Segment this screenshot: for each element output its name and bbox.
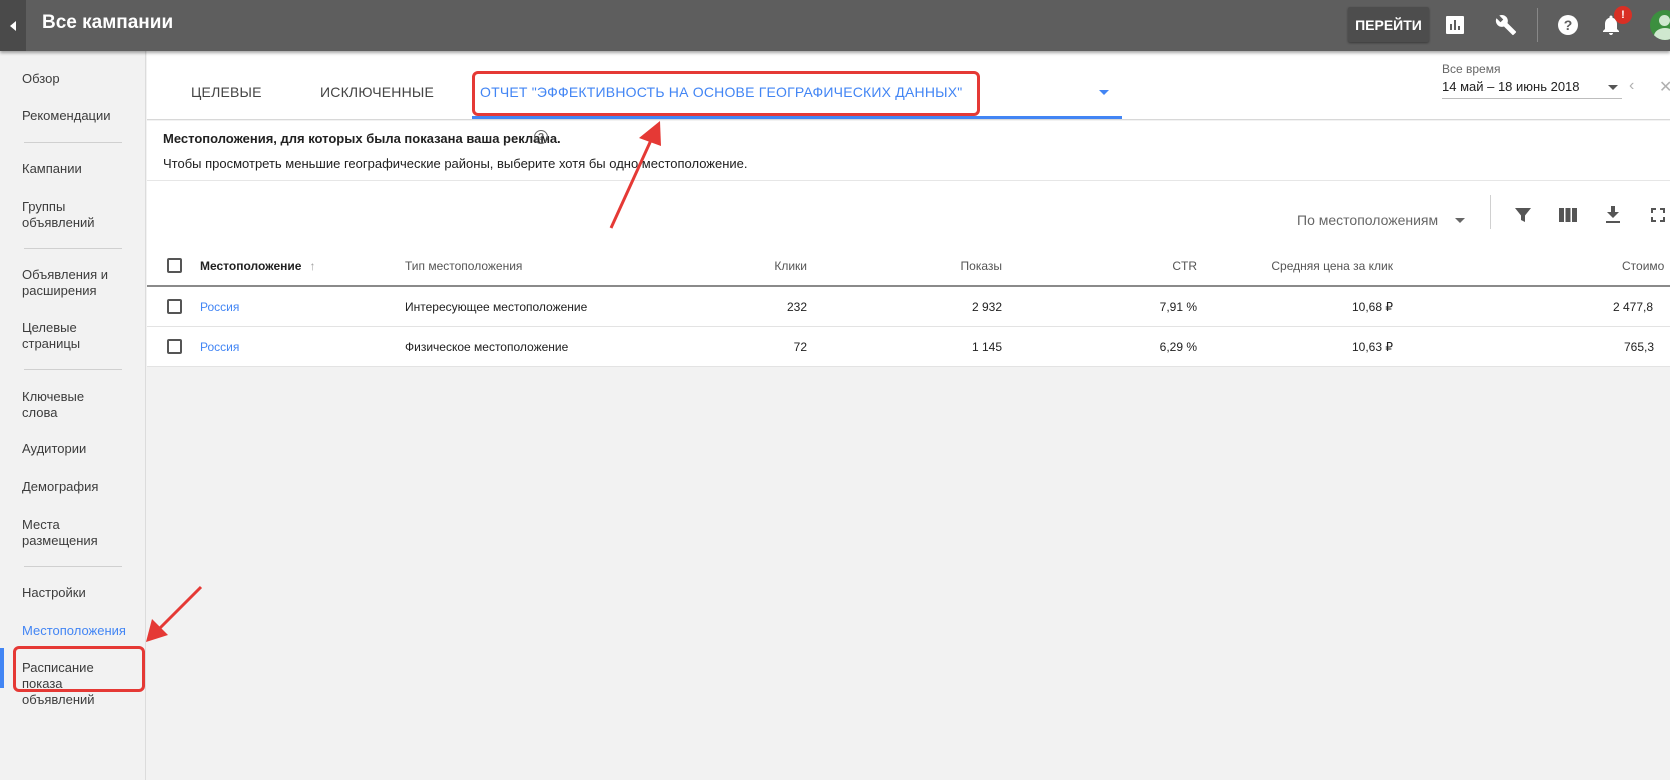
location-type: Интересующее местоположение	[405, 299, 588, 314]
avg-cpc-value: 10,68 ₽	[1352, 299, 1393, 314]
tab-excluded[interactable]: ИСКЛЮЧЕННЫЕ	[320, 84, 434, 100]
sidebar-item-campaigns[interactable]: Кампании	[22, 161, 132, 177]
arrow-left-icon	[10, 20, 16, 31]
info-subtitle: Чтобы просмотреть меньшие географические…	[163, 156, 748, 171]
active-tab-underline	[472, 116, 1122, 119]
main-content: ЦЕЛЕВЫЕ ИСКЛЮЧЕННЫЕ ОТЧЕТ "ЭФФЕКТИВНОСТЬ…	[147, 51, 1670, 780]
column-header-clicks[interactable]: Клики	[707, 246, 807, 285]
cost-value: 2 477,8	[1613, 299, 1654, 314]
row-checkbox[interactable]	[167, 287, 182, 326]
sidebar-item-keywords[interactable]: Ключевые слова	[22, 389, 92, 421]
column-header-impressions[interactable]: Показы	[902, 246, 1002, 285]
close-icon[interactable]: ✕	[1659, 77, 1670, 97]
info-title: Местоположения, для которых была показан…	[163, 131, 561, 146]
clicks-value: 72	[793, 339, 807, 354]
location-link[interactable]: Россия	[200, 327, 239, 366]
notification-badge: !	[1614, 6, 1632, 24]
page-title: Все кампании	[42, 12, 174, 33]
help-circle-icon[interactable]: ?	[534, 130, 548, 144]
column-header-ctr[interactable]: CTR	[1097, 246, 1197, 285]
table-row: Россия Интересующее местоположение 232 2…	[147, 287, 1670, 327]
group-by-select[interactable]: По местоположениям	[1297, 212, 1438, 228]
ctr-value: 7,91 %	[1159, 299, 1197, 314]
column-header-cost[interactable]: Стоимо	[1622, 246, 1664, 285]
sidebar-item-locations[interactable]: Местоположения	[22, 623, 132, 639]
impressions-value: 2 932	[971, 299, 1002, 314]
toolbar-divider	[147, 180, 1670, 181]
sidebar-item-overview[interactable]: Обзор	[22, 71, 132, 87]
avg-cpc-value: 10,63 ₽	[1352, 339, 1393, 354]
sidebar-divider	[24, 248, 122, 249]
tab-targeted[interactable]: ЦЕЛЕВЫЕ	[191, 84, 262, 100]
sidebar-item-landing-pages[interactable]: Целевые страницы	[22, 320, 92, 352]
row-checkbox[interactable]	[167, 327, 182, 366]
reports-icon[interactable]	[1442, 12, 1468, 38]
table-row: Россия Физическое местоположение 72 1 14…	[147, 327, 1670, 367]
sidebar-divider	[24, 369, 122, 370]
ctr-value: 6,29 %	[1159, 339, 1197, 354]
back-button[interactable]	[0, 0, 26, 51]
toolbar-divider	[1490, 195, 1491, 229]
chevron-down-icon[interactable]	[1608, 85, 1618, 90]
column-header-location-label: Местоположение	[200, 258, 302, 273]
sidebar-item-placements[interactable]: Места размещения	[22, 517, 102, 549]
filter-icon[interactable]	[1512, 204, 1534, 226]
annotation-box-locations	[13, 646, 145, 692]
sidebar-item-recommendations[interactable]: Рекомендации	[22, 108, 132, 124]
top-bar: Все кампании ПЕРЕЙТИ ? !	[0, 0, 1670, 51]
chevron-down-icon[interactable]	[1455, 218, 1465, 223]
date-label: Все время	[1442, 62, 1501, 76]
sidebar-item-settings[interactable]: Настройки	[22, 585, 132, 601]
select-all-checkbox[interactable]	[167, 246, 182, 285]
sidebar-item-demographics[interactable]: Демография	[22, 479, 132, 495]
column-header-avg-cpc[interactable]: Средняя цена за клик	[1247, 246, 1393, 285]
sidebar-item-ads-extensions[interactable]: Объявления и расширения	[22, 267, 122, 299]
annotation-box-geo-tab	[472, 71, 980, 116]
fullscreen-icon[interactable]	[1647, 204, 1669, 226]
chevron-left-icon[interactable]: ‹	[1629, 77, 1634, 95]
clicks-value: 232	[786, 299, 807, 314]
sidebar-item-audiences[interactable]: Аудитории	[22, 441, 132, 457]
date-range-select[interactable]: 14 май – 18 июнь 2018	[1442, 79, 1580, 94]
sidebar-divider	[24, 566, 122, 567]
tools-wrench-icon[interactable]	[1493, 12, 1519, 38]
sidebar-item-ad-groups[interactable]: Группы объявлений	[22, 199, 102, 231]
avatar[interactable]	[1650, 10, 1670, 40]
svg-text:?: ?	[1564, 17, 1573, 33]
date-underline	[1442, 98, 1622, 99]
column-header-location[interactable]: Местоположение ↑	[200, 246, 315, 285]
locations-table: Местоположение ↑ Тип местоположения Клик…	[147, 246, 1670, 367]
chevron-down-icon[interactable]	[1099, 90, 1109, 95]
location-link[interactable]: Россия	[200, 287, 239, 326]
location-type: Физическое местоположение	[405, 339, 569, 354]
impressions-value: 1 145	[971, 339, 1002, 354]
toolbar-divider	[1537, 8, 1538, 42]
cost-value: 765,3	[1624, 339, 1655, 354]
download-icon[interactable]	[1602, 204, 1624, 226]
columns-icon[interactable]	[1557, 204, 1579, 226]
table-header: Местоположение ↑ Тип местоположения Клик…	[147, 246, 1670, 287]
sort-arrow-up-icon[interactable]: ↑	[309, 259, 315, 273]
goto-button[interactable]: ПЕРЕЙТИ	[1348, 7, 1429, 42]
sidebar-divider	[24, 142, 122, 143]
help-icon[interactable]: ?	[1555, 12, 1581, 38]
active-indicator	[0, 648, 4, 688]
column-header-type[interactable]: Тип местоположения	[405, 246, 522, 285]
info-panel: Местоположения, для которых была показан…	[147, 121, 1670, 246]
